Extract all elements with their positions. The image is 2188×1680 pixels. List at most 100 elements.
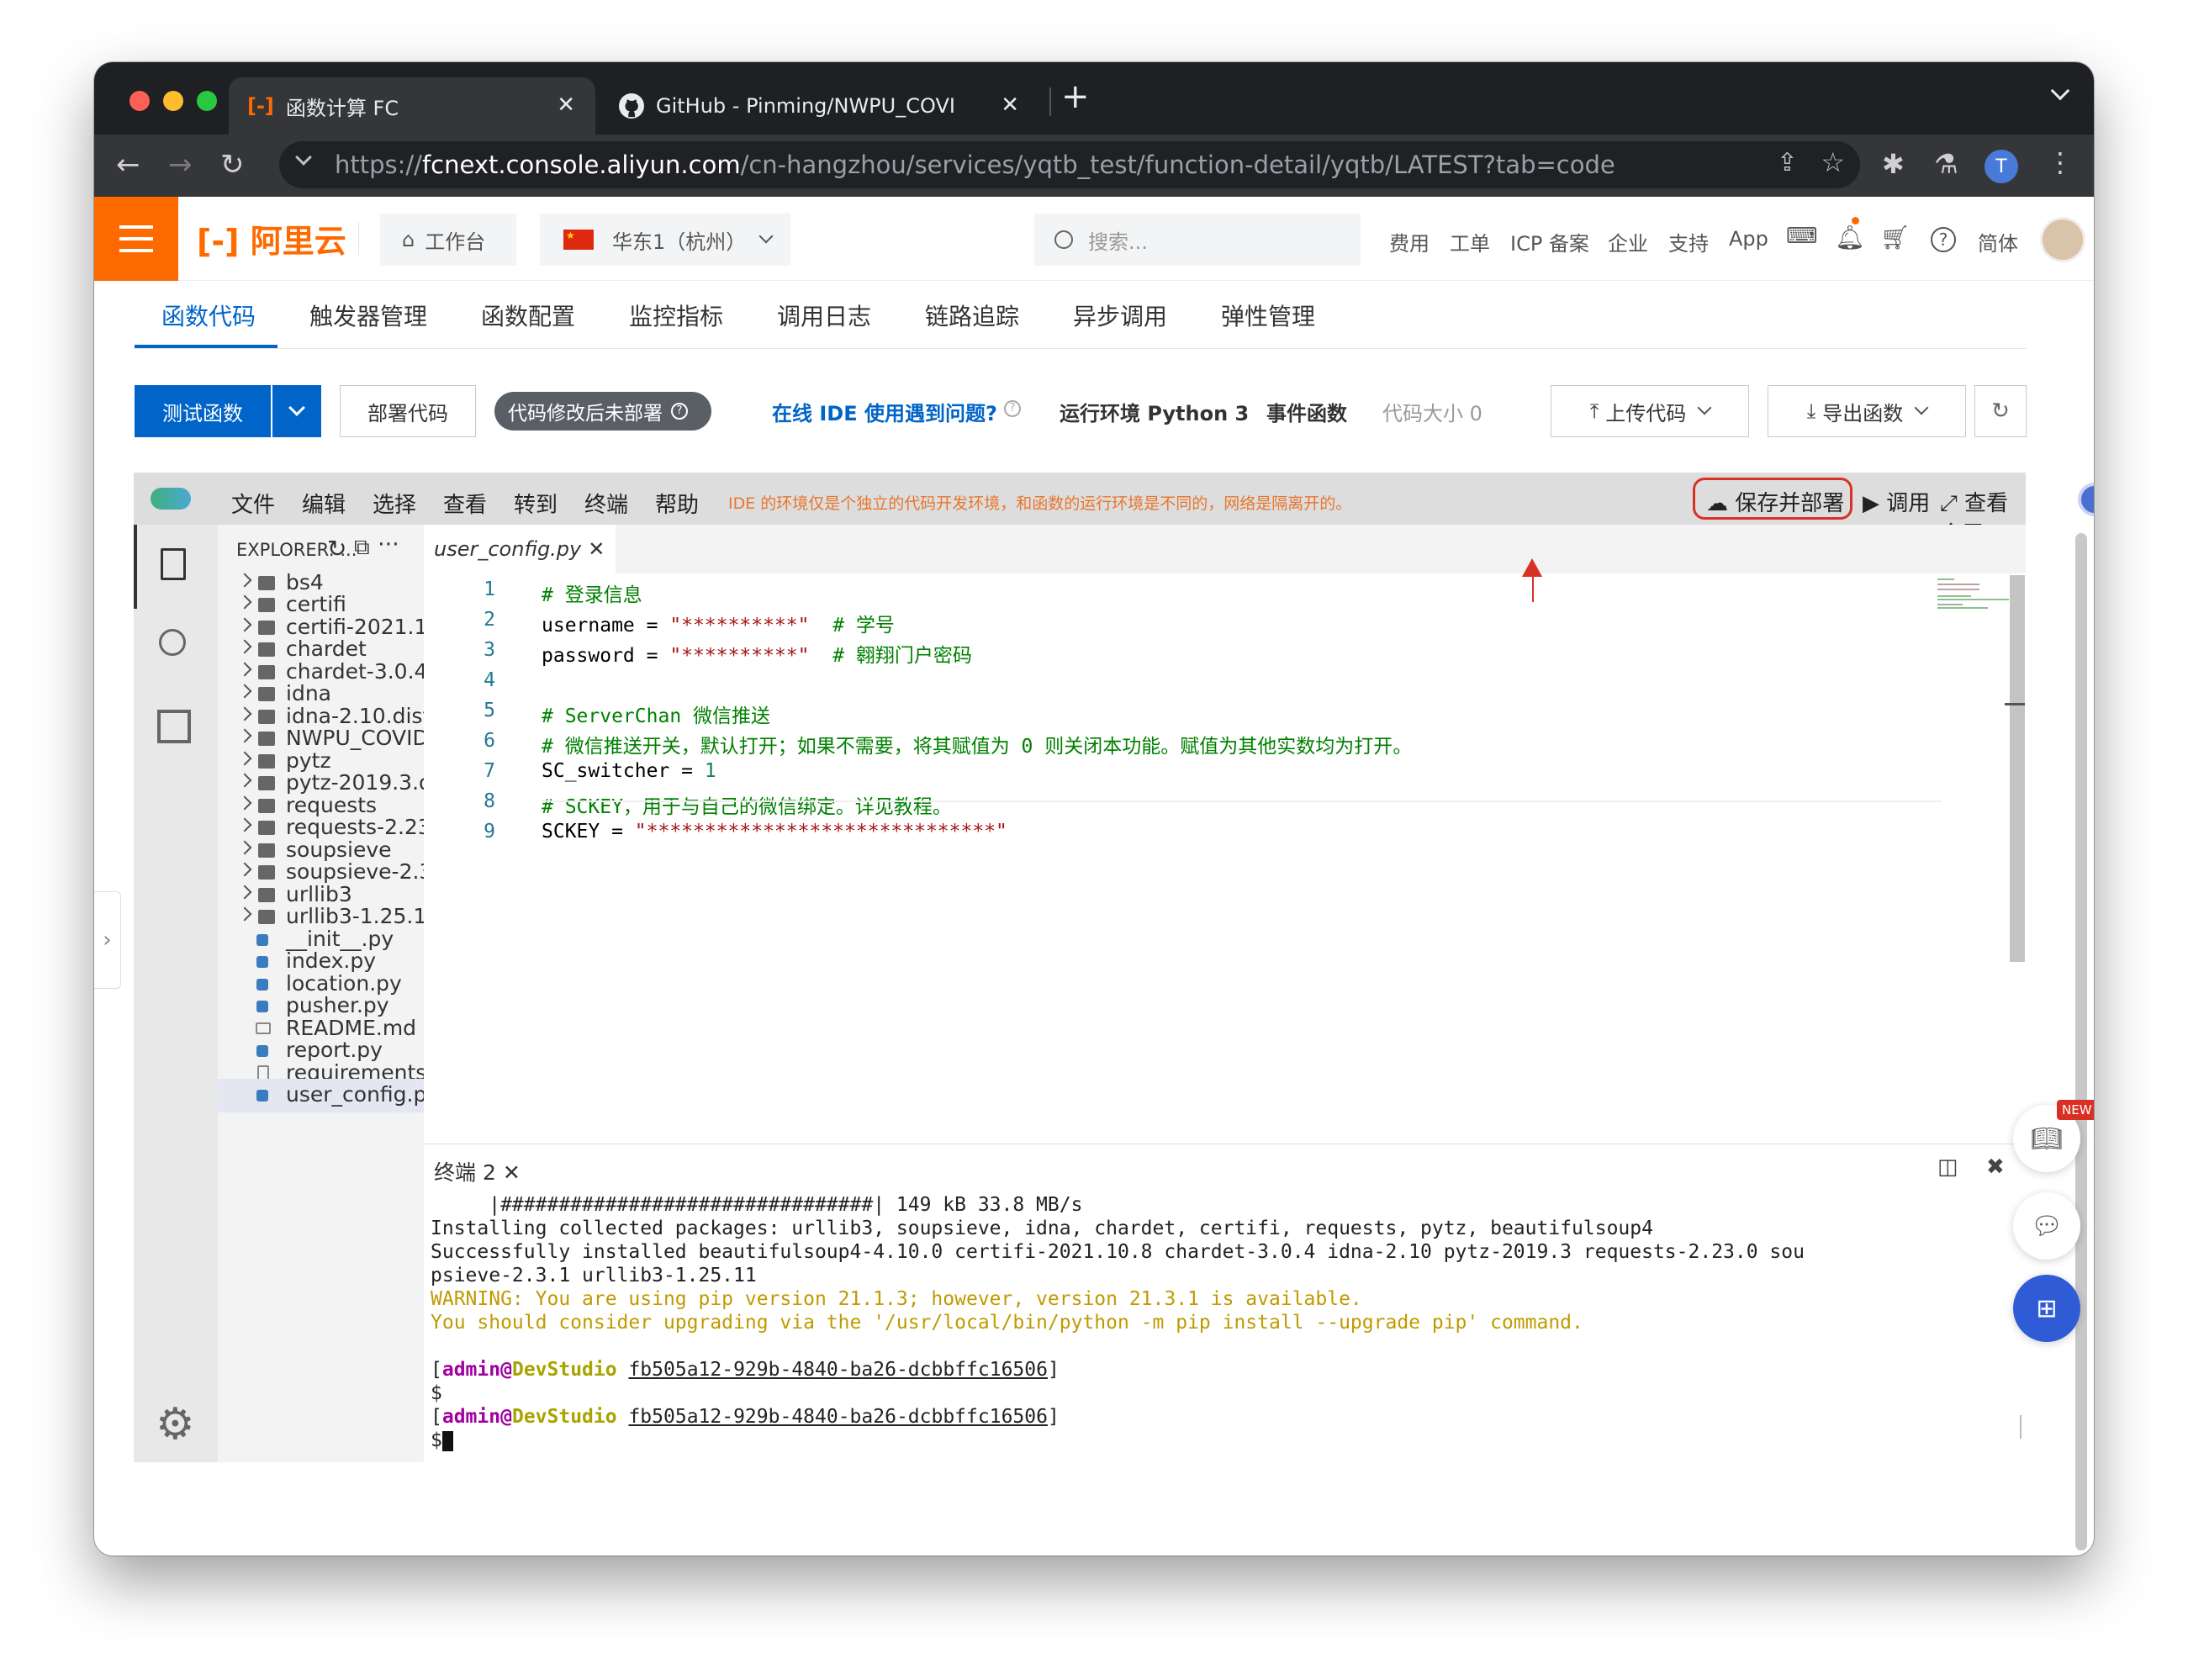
reload-icon[interactable]: ↻ bbox=[220, 148, 245, 182]
apps-grid-icon[interactable]: ⊞ bbox=[2013, 1275, 2080, 1342]
export-function-button[interactable]: ⤓ 导出函数 bbox=[1768, 385, 1966, 437]
close-tab-icon[interactable]: ✕ bbox=[557, 92, 575, 118]
help-icon[interactable]: ? bbox=[1004, 400, 1021, 417]
search-icon[interactable] bbox=[159, 629, 186, 656]
tree-file-selected[interactable]: user_config.py bbox=[218, 1079, 424, 1112]
close-panel-icon[interactable]: ✖ bbox=[1986, 1154, 2005, 1180]
close-window-button[interactable] bbox=[129, 91, 150, 111]
code-line[interactable]: 6 # 微信推送开关，默认打开；如果不需要，将其赋值为 0 则关闭本功能。赋值为其… bbox=[424, 730, 1937, 760]
extensions-icon[interactable] bbox=[157, 710, 191, 743]
link-support[interactable]: 支持 bbox=[1668, 227, 1709, 256]
menu-view[interactable]: 查看 bbox=[443, 488, 487, 519]
forward-arrow-icon[interactable]: → bbox=[168, 148, 193, 182]
link-billing[interactable]: 费用 bbox=[1389, 227, 1430, 256]
avatar[interactable] bbox=[2040, 217, 2085, 262]
tab-search-chevron-icon[interactable] bbox=[2050, 81, 2070, 101]
page-scrollbar[interactable] bbox=[2075, 533, 2087, 1551]
explorer-files-icon[interactable] bbox=[161, 548, 186, 580]
chevron-right-icon bbox=[237, 906, 252, 922]
terminal-input-line[interactable]: $ bbox=[431, 1429, 453, 1452]
tab-async[interactable]: 异步调用 bbox=[1073, 298, 1167, 332]
menu-file[interactable]: 文件 bbox=[231, 488, 275, 519]
menu-goto[interactable]: 转到 bbox=[514, 488, 558, 519]
ide-account-icon[interactable] bbox=[2078, 483, 2094, 516]
test-function-button[interactable]: 测试函数 bbox=[135, 385, 271, 437]
refresh-button[interactable]: ↻ bbox=[1974, 385, 2027, 437]
terminal-panel[interactable]: 终端 2 ✕ ◫ ✖ |############################… bbox=[424, 1144, 2026, 1462]
ide-help-link[interactable]: 在线 IDE 使用遇到问题? bbox=[772, 397, 997, 426]
editor-scrollbar[interactable] bbox=[2010, 575, 2025, 962]
tab-logs[interactable]: 调用日志 bbox=[777, 298, 871, 332]
upload-code-button[interactable]: ⤒ 上传代码 bbox=[1551, 385, 1749, 437]
tab-config[interactable]: 函数配置 bbox=[481, 298, 575, 332]
browser-tab-active[interactable]: [-] 函数计算 FC ✕ bbox=[229, 77, 595, 135]
search-input[interactable]: 搜索... bbox=[1034, 214, 1361, 266]
close-icon[interactable]: ✕ bbox=[588, 537, 605, 561]
close-icon[interactable]: ✕ bbox=[503, 1160, 521, 1185]
close-tab-icon[interactable]: ✕ bbox=[1001, 92, 1019, 118]
notification-bell-icon[interactable]: 🔔︎ bbox=[1835, 224, 1865, 251]
deploy-code-button[interactable]: 部署代码 bbox=[340, 385, 476, 437]
collapse-all-icon[interactable]: ⧉ bbox=[354, 535, 370, 561]
test-dropdown-button[interactable] bbox=[272, 385, 321, 437]
back-arrow-icon[interactable]: ← bbox=[116, 148, 140, 182]
code-line[interactable]: 3 password = "**********" # 翱翔门户密码 bbox=[424, 639, 1937, 669]
menu-terminal[interactable]: 终端 bbox=[584, 488, 628, 519]
code-editor[interactable]: user_config.py ✕ 1 # 登录信息 2 username = "***… bbox=[424, 525, 2026, 1144]
code-line[interactable]: 7 SC_switcher = 1 bbox=[424, 760, 1937, 790]
more-menu-icon[interactable]: ⋮ bbox=[2047, 146, 2074, 178]
menu-edit[interactable]: 编辑 bbox=[302, 488, 346, 519]
aliyun-logo-icon: [-] bbox=[197, 223, 240, 260]
sidebar-expand-toggle[interactable]: › bbox=[94, 891, 121, 989]
tab-tracing[interactable]: 链路追踪 bbox=[925, 298, 1019, 332]
extensions-puzzle-icon[interactable]: ✱ bbox=[1882, 148, 1905, 180]
editor-tab[interactable]: user_config.py ✕ bbox=[424, 525, 616, 573]
terminal-tab[interactable]: 终端 2 ✕ bbox=[434, 1156, 521, 1186]
minimap[interactable] bbox=[1937, 578, 2013, 612]
link-app[interactable]: App bbox=[1729, 227, 1768, 251]
tab-metrics[interactable]: 监控指标 bbox=[629, 298, 723, 332]
language-switch[interactable]: 简体 bbox=[1978, 227, 2018, 256]
help-icon[interactable]: ? bbox=[1931, 227, 1956, 252]
invoke-button[interactable]: ▶ 调用 bbox=[1863, 486, 1930, 517]
code-line[interactable]: 9 SCKEY = "******************************… bbox=[424, 821, 1937, 851]
share-icon[interactable]: ⇪ bbox=[1777, 148, 1798, 177]
prompt-id: fb505a12-929b-4840-ba26-dcbbffc16506 bbox=[628, 1359, 1048, 1381]
save-deploy-button[interactable]: ☁ 保存并部署 bbox=[1706, 486, 1844, 517]
menu-help[interactable]: 帮助 bbox=[655, 488, 699, 519]
split-panel-icon[interactable]: ◫ bbox=[1937, 1154, 1958, 1180]
bookmark-star-icon[interactable]: ☆ bbox=[1821, 146, 1845, 178]
link-enterprise[interactable]: 企业 bbox=[1608, 227, 1648, 256]
browser-tab[interactable]: GitHub - Pinming/NWPU_COVI ✕ bbox=[602, 77, 1039, 135]
region-selector[interactable]: ★ 华东1（杭州） bbox=[540, 214, 790, 266]
link-ticket[interactable]: 工单 bbox=[1450, 227, 1490, 256]
settings-gear-icon[interactable]: ⚙ bbox=[156, 1399, 195, 1450]
hamburger-menu-icon[interactable] bbox=[94, 197, 178, 281]
refresh-icon[interactable]: ↻ bbox=[327, 535, 346, 563]
workbench-button[interactable]: ⌂ 工作台 bbox=[380, 214, 516, 266]
minimize-window-button[interactable] bbox=[163, 91, 183, 111]
cart-icon[interactable]: 🛒︎ bbox=[1880, 224, 1911, 251]
code-line[interactable]: 4 bbox=[424, 669, 1937, 700]
tab-scaling[interactable]: 弹性管理 bbox=[1221, 298, 1315, 332]
profile-avatar[interactable]: T bbox=[1985, 150, 2018, 183]
labs-flask-icon[interactable]: ⚗ bbox=[1934, 148, 1958, 180]
aliyun-logo[interactable]: [-] 阿里云 bbox=[197, 215, 346, 262]
maximize-window-button[interactable] bbox=[197, 91, 217, 111]
code-line[interactable]: 5 # ServerChan 微信推送 bbox=[424, 700, 1937, 730]
help-icon[interactable]: ? bbox=[671, 403, 688, 420]
new-tab-button[interactable]: + bbox=[1061, 77, 1090, 116]
menu-select[interactable]: 选择 bbox=[373, 488, 416, 519]
link-icp[interactable]: ICP 备案 bbox=[1510, 227, 1589, 256]
tab-trigger[interactable]: 触发器管理 bbox=[309, 298, 427, 332]
tab-function-code[interactable]: 函数代码 bbox=[161, 298, 256, 332]
code-line[interactable]: 1 # 登录信息 bbox=[424, 578, 1937, 609]
feedback-chat-icon[interactable]: 💬︎ bbox=[2013, 1192, 2080, 1260]
address-bar[interactable]: https://fcnext.console.aliyun.com/cn-han… bbox=[279, 141, 1860, 188]
chevron-right-icon bbox=[237, 662, 252, 677]
cloud-shell-icon[interactable]: ⌨ bbox=[1786, 224, 1818, 249]
more-actions-icon[interactable]: ⋯ bbox=[378, 531, 399, 557]
terminal-scrollbar[interactable] bbox=[2020, 1415, 2022, 1439]
code-line[interactable]: 8 # SCKEY，用于与自己的微信绑定。详见教程。 bbox=[424, 790, 1937, 821]
code-line[interactable]: 2 username = "**********" # 学号 bbox=[424, 609, 1937, 639]
